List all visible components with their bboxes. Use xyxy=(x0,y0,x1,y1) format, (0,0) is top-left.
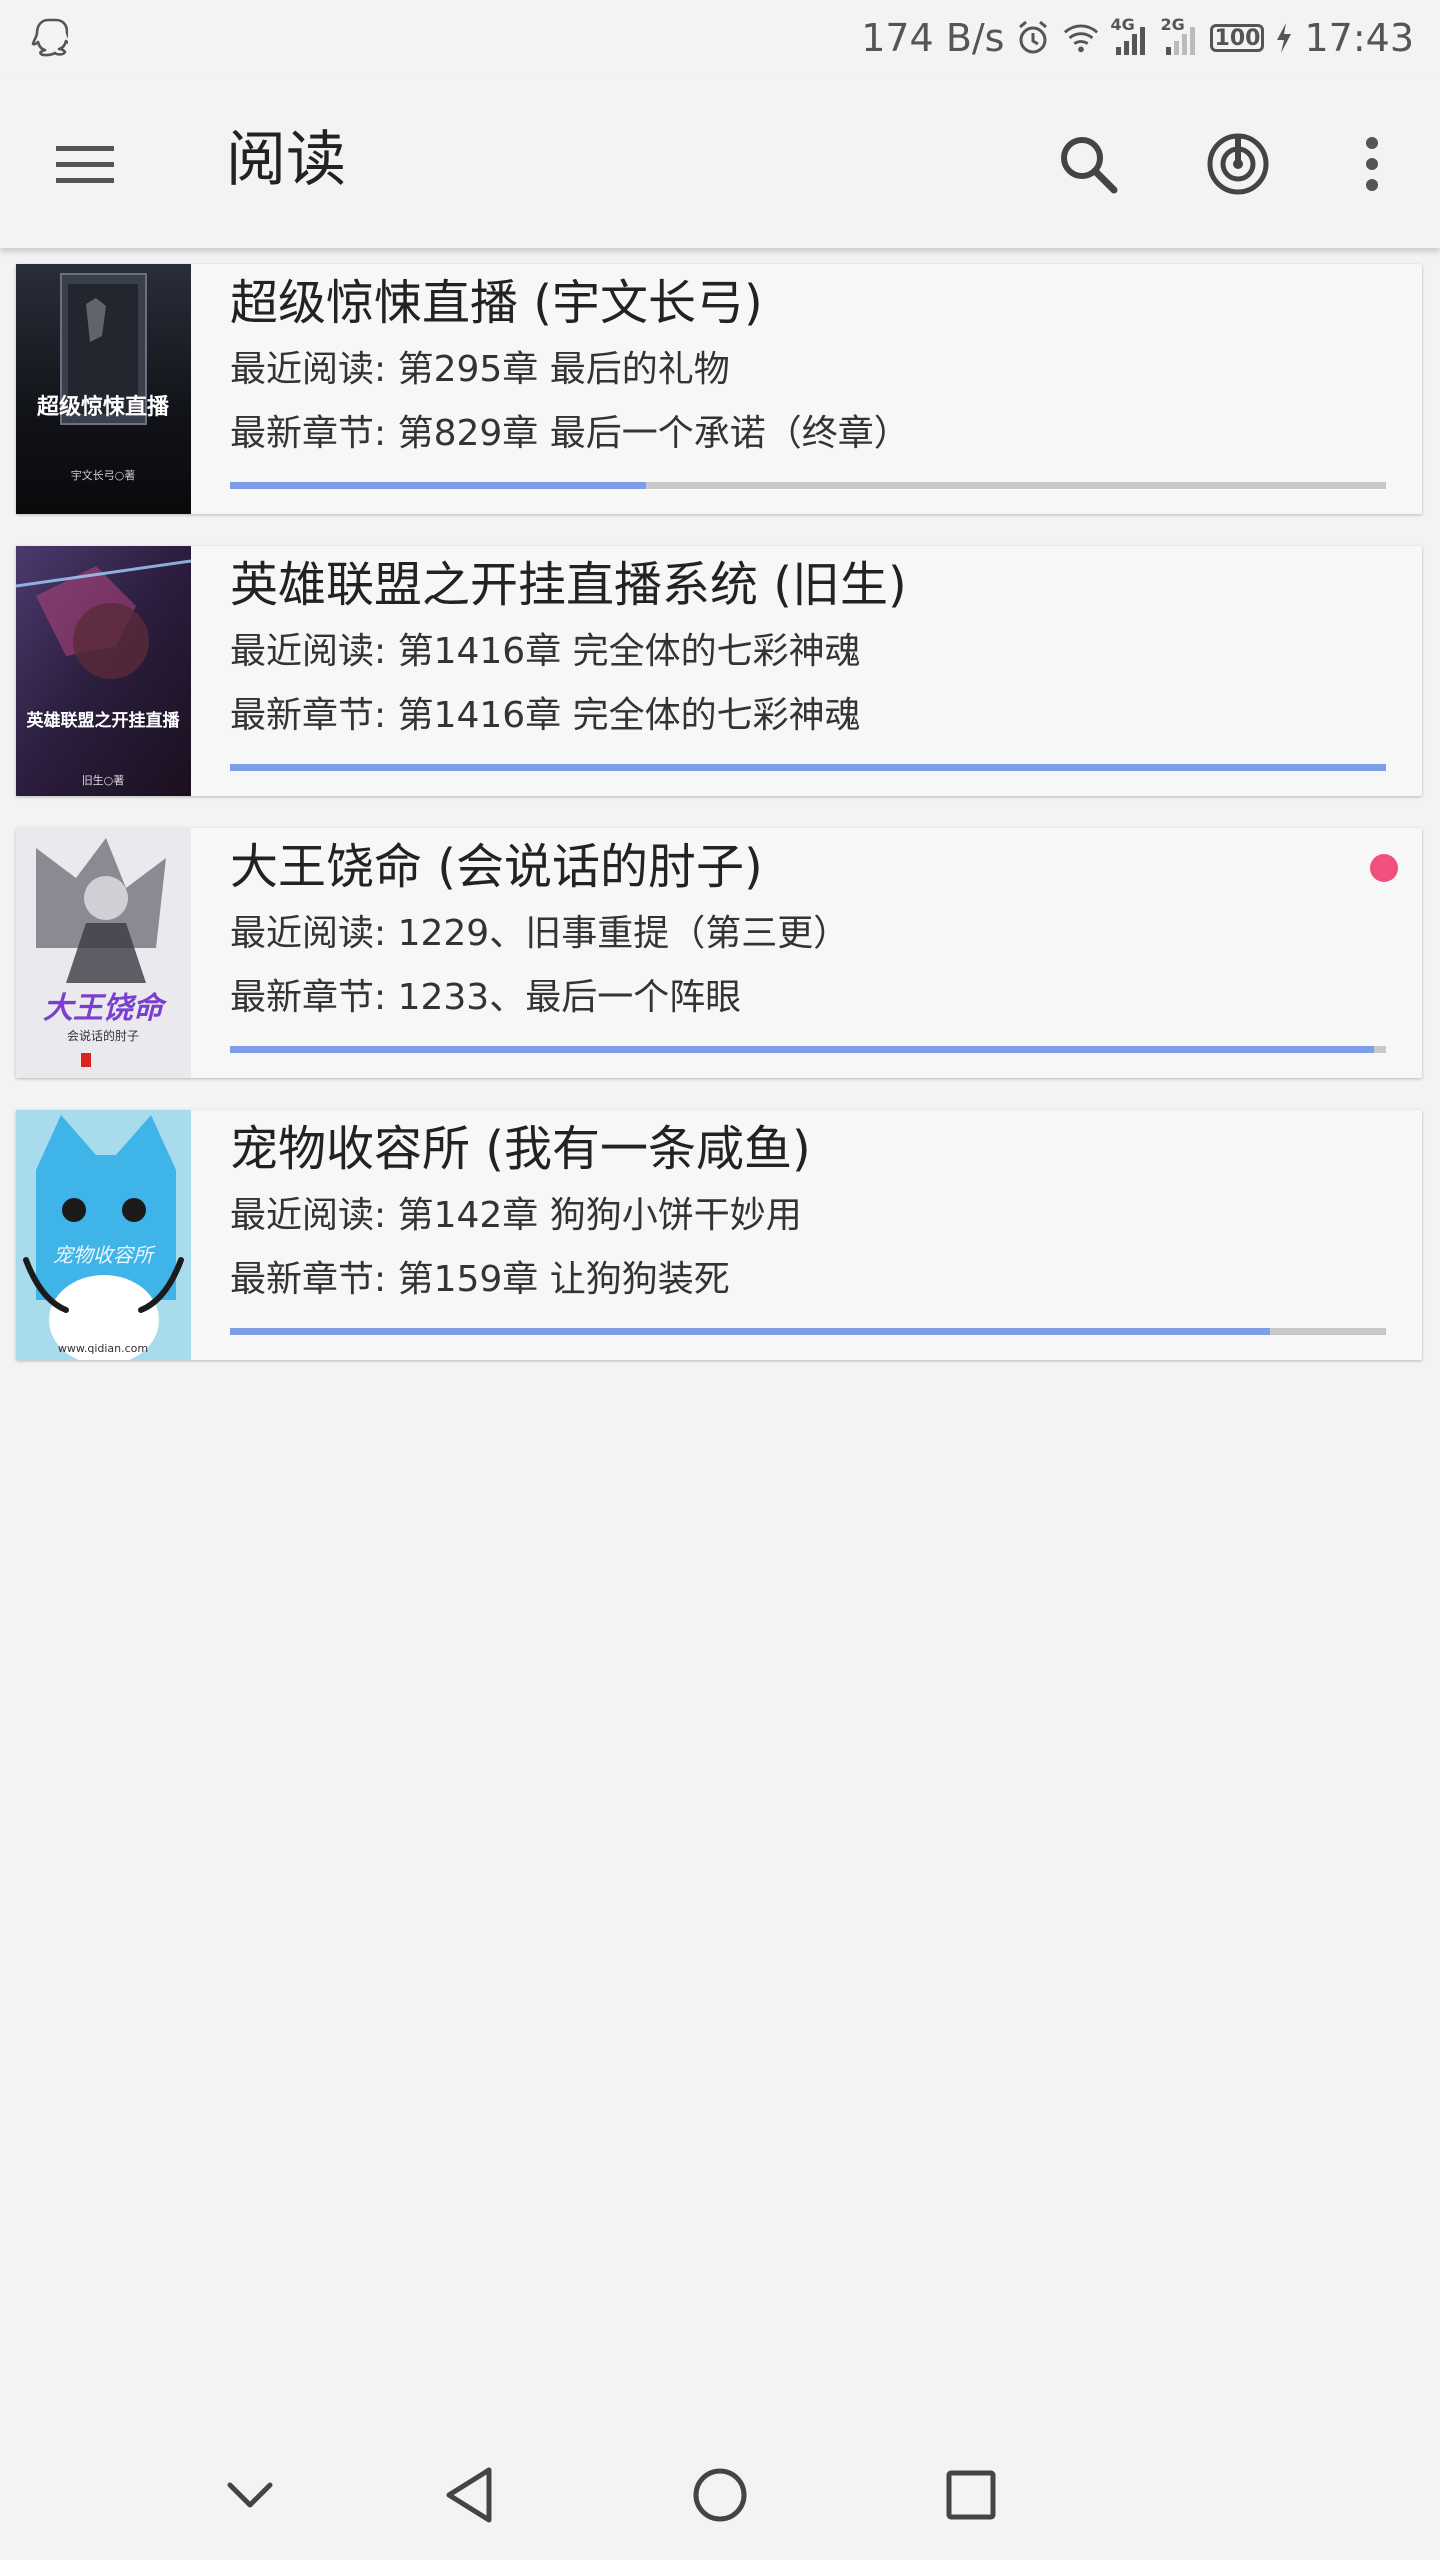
charging-icon xyxy=(1277,23,1292,53)
network-type-2g: 2G xyxy=(1160,15,1185,34)
cover-title: 大王饶命 xyxy=(43,991,168,1026)
status-bar: 174 B/s 4G 2G 100 17:43 xyxy=(0,0,1440,76)
latest-chapter: 最新章节: 第159章 让狗狗装死 xyxy=(230,1259,730,1300)
wifi-icon xyxy=(1064,24,1099,53)
signal-2g: 2G xyxy=(1160,15,1200,57)
system-navigation-bar xyxy=(0,2420,1440,2560)
search-icon xyxy=(1061,137,1118,194)
cover-title: 英雄联盟之开挂直播 xyxy=(27,710,181,731)
book-title: 超级惊悚直播 (宇文长弓) xyxy=(230,275,763,331)
cover-title: 超级惊悚直播 xyxy=(37,394,170,420)
recent-chapter: 最近阅读: 第142章 狗狗小饼干妙用 xyxy=(230,1195,802,1236)
book-cover: 大王饶命 会说话的肘子 xyxy=(16,828,191,1078)
radar-icon xyxy=(1207,133,1269,195)
cover-author: 宇文长弓○著 xyxy=(71,468,136,482)
more-options-button[interactable] xyxy=(1334,126,1410,202)
home-icon[interactable] xyxy=(685,2460,755,2530)
menu-icon[interactable] xyxy=(54,132,118,196)
update-indicator-dot xyxy=(1370,854,1398,882)
read-progress-fill xyxy=(230,482,647,489)
clock: 17:43 xyxy=(1304,16,1414,60)
book-cover: 超级惊悚直播 宇文长弓○著 xyxy=(16,264,191,514)
chevron-down-icon[interactable] xyxy=(215,2460,285,2530)
qq-icon xyxy=(31,18,68,57)
battery-icon: 100 xyxy=(1210,24,1265,52)
bookshelf-list: 超级惊悚直播 宇文长弓○著 超级惊悚直播 (宇文长弓) 最近阅读: 第295章 … xyxy=(16,264,1424,1392)
latest-chapter: 最新章节: 1233、最后一个阵眼 xyxy=(230,977,742,1018)
cover-author: 旧生○著 xyxy=(82,773,125,787)
net-speed: 174 B/s xyxy=(861,16,1005,60)
radar-button[interactable] xyxy=(1200,126,1276,202)
book-item[interactable]: 英雄联盟之开挂直播 旧生○著 英雄联盟之开挂直播系统 (旧生) 最近阅读: 第1… xyxy=(16,546,1422,796)
read-progress-fill xyxy=(230,1046,1375,1053)
network-type-4g: 4G xyxy=(1110,15,1135,34)
back-icon[interactable] xyxy=(434,2460,504,2530)
alarm-icon xyxy=(1019,20,1048,54)
read-progress-bar xyxy=(230,482,1386,489)
book-title: 大王饶命 (会说话的肘子) xyxy=(230,839,763,895)
book-title: 宠物收容所 (我有一条咸鱼) xyxy=(230,1121,811,1177)
read-progress-fill xyxy=(230,764,1386,771)
app-toolbar: 阅读 xyxy=(0,76,1440,248)
recent-chapter: 最近阅读: 1229、旧事重提（第三更） xyxy=(230,913,850,954)
read-progress-fill xyxy=(230,1328,1271,1335)
book-item[interactable]: 大王饶命 会说话的肘子 大王饶命 (会说话的肘子) 最近阅读: 1229、旧事重… xyxy=(16,828,1422,1078)
recent-chapter: 最近阅读: 第295章 最后的礼物 xyxy=(230,349,730,390)
read-progress-bar xyxy=(230,764,1386,771)
latest-chapter: 最新章节: 第1416章 完全体的七彩神魂 xyxy=(230,695,861,736)
more-vert-icon xyxy=(1366,137,1378,191)
book-cover: 宠物收容所 www.qidian.com xyxy=(16,1110,191,1360)
recents-icon[interactable] xyxy=(936,2460,1006,2530)
read-progress-bar xyxy=(230,1328,1386,1335)
book-item[interactable]: 宠物收容所 www.qidian.com 宠物收容所 (我有一条咸鱼) 最近阅读… xyxy=(16,1110,1422,1360)
latest-chapter: 最新章节: 第829章 最后一个承诺（终章） xyxy=(230,413,910,454)
book-title: 英雄联盟之开挂直播系统 (旧生) xyxy=(230,557,907,613)
cover-author: www.qidian.com xyxy=(58,1342,148,1355)
cover-title: 宠物收容所 xyxy=(53,1243,156,1267)
book-item[interactable]: 超级惊悚直播 宇文长弓○著 超级惊悚直播 (宇文长弓) 最近阅读: 第295章 … xyxy=(16,264,1422,514)
book-cover: 英雄联盟之开挂直播 旧生○著 xyxy=(16,546,191,796)
read-progress-bar xyxy=(230,1046,1386,1053)
signal-4g: 4G xyxy=(1110,15,1150,57)
search-button[interactable] xyxy=(1050,126,1126,202)
recent-chapter: 最近阅读: 第1416章 完全体的七彩神魂 xyxy=(230,631,861,672)
cover-author: 会说话的肘子 xyxy=(67,1028,139,1043)
page-title: 阅读 xyxy=(226,125,346,195)
